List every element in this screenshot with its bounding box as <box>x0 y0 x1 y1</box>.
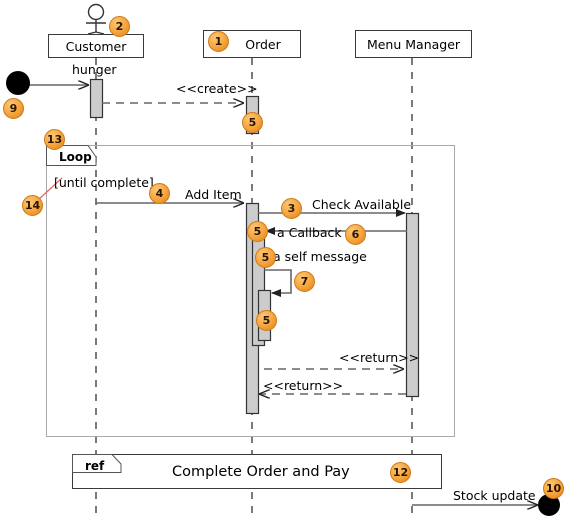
annotation-badge-5-self[interactable]: 5 <box>256 310 277 331</box>
loop-guard-label: [until complete] <box>54 175 154 190</box>
annotation-badge-5-nested[interactable]: 5 <box>255 247 276 268</box>
annotation-badge-14[interactable]: 14 <box>22 195 43 216</box>
participant-menu-manager-label: Menu Manager <box>366 36 461 52</box>
message-return-1-label: <<return>> <box>339 350 420 365</box>
annotation-badge-3[interactable]: 3 <box>281 198 302 219</box>
message-a-self-arrow <box>264 269 292 297</box>
activation-customer <box>89 78 104 119</box>
message-a-self-label: a self message <box>273 249 367 264</box>
annotation-badge-6[interactable]: 6 <box>345 224 366 245</box>
message-check-available-label: Check Available <box>312 197 412 212</box>
annotation-badge-9[interactable]: 9 <box>3 98 24 119</box>
actor-customer-icon <box>86 3 106 35</box>
activation-menu-manager <box>405 212 420 398</box>
annotation-badge-4[interactable]: 4 <box>149 183 170 204</box>
annotation-badge-7[interactable]: 7 <box>294 271 315 292</box>
message-a-callback-label: a Callback <box>277 225 342 240</box>
annotation-badge-2[interactable]: 2 <box>109 16 130 37</box>
message-return-2-label: <<return>> <box>263 378 344 393</box>
participant-customer[interactable]: Customer <box>48 34 144 58</box>
message-stock-update-label: Stock update <box>453 488 536 503</box>
annotation-badge-1[interactable]: 1 <box>208 31 229 52</box>
ref-frame-tag: ref <box>85 459 105 473</box>
annotation-badge-12[interactable]: 12 <box>390 462 411 483</box>
message-hunger-label: hunger <box>72 62 117 77</box>
annotation-badge-5-create[interactable]: 5 <box>242 112 263 133</box>
sequence-diagram-canvas: Customer Order Menu Manager Loop [until … <box>0 0 564 519</box>
found-start-node <box>6 71 30 95</box>
ref-frame-title: Complete Order and Pay <box>172 464 350 480</box>
annotation-badge-13[interactable]: 13 <box>44 129 65 150</box>
annotation-badge-10[interactable]: 10 <box>543 478 564 499</box>
message-create-label: <<create>> <box>176 81 258 96</box>
participant-menu-manager[interactable]: Menu Manager <box>355 30 472 58</box>
participant-customer-label: Customer <box>65 38 127 54</box>
annotation-badge-5-main[interactable]: 5 <box>247 221 268 242</box>
message-add-item-label: Add Item <box>185 187 242 202</box>
loop-frame-tag: Loop <box>59 150 92 164</box>
participant-order-label: Order <box>245 36 281 52</box>
